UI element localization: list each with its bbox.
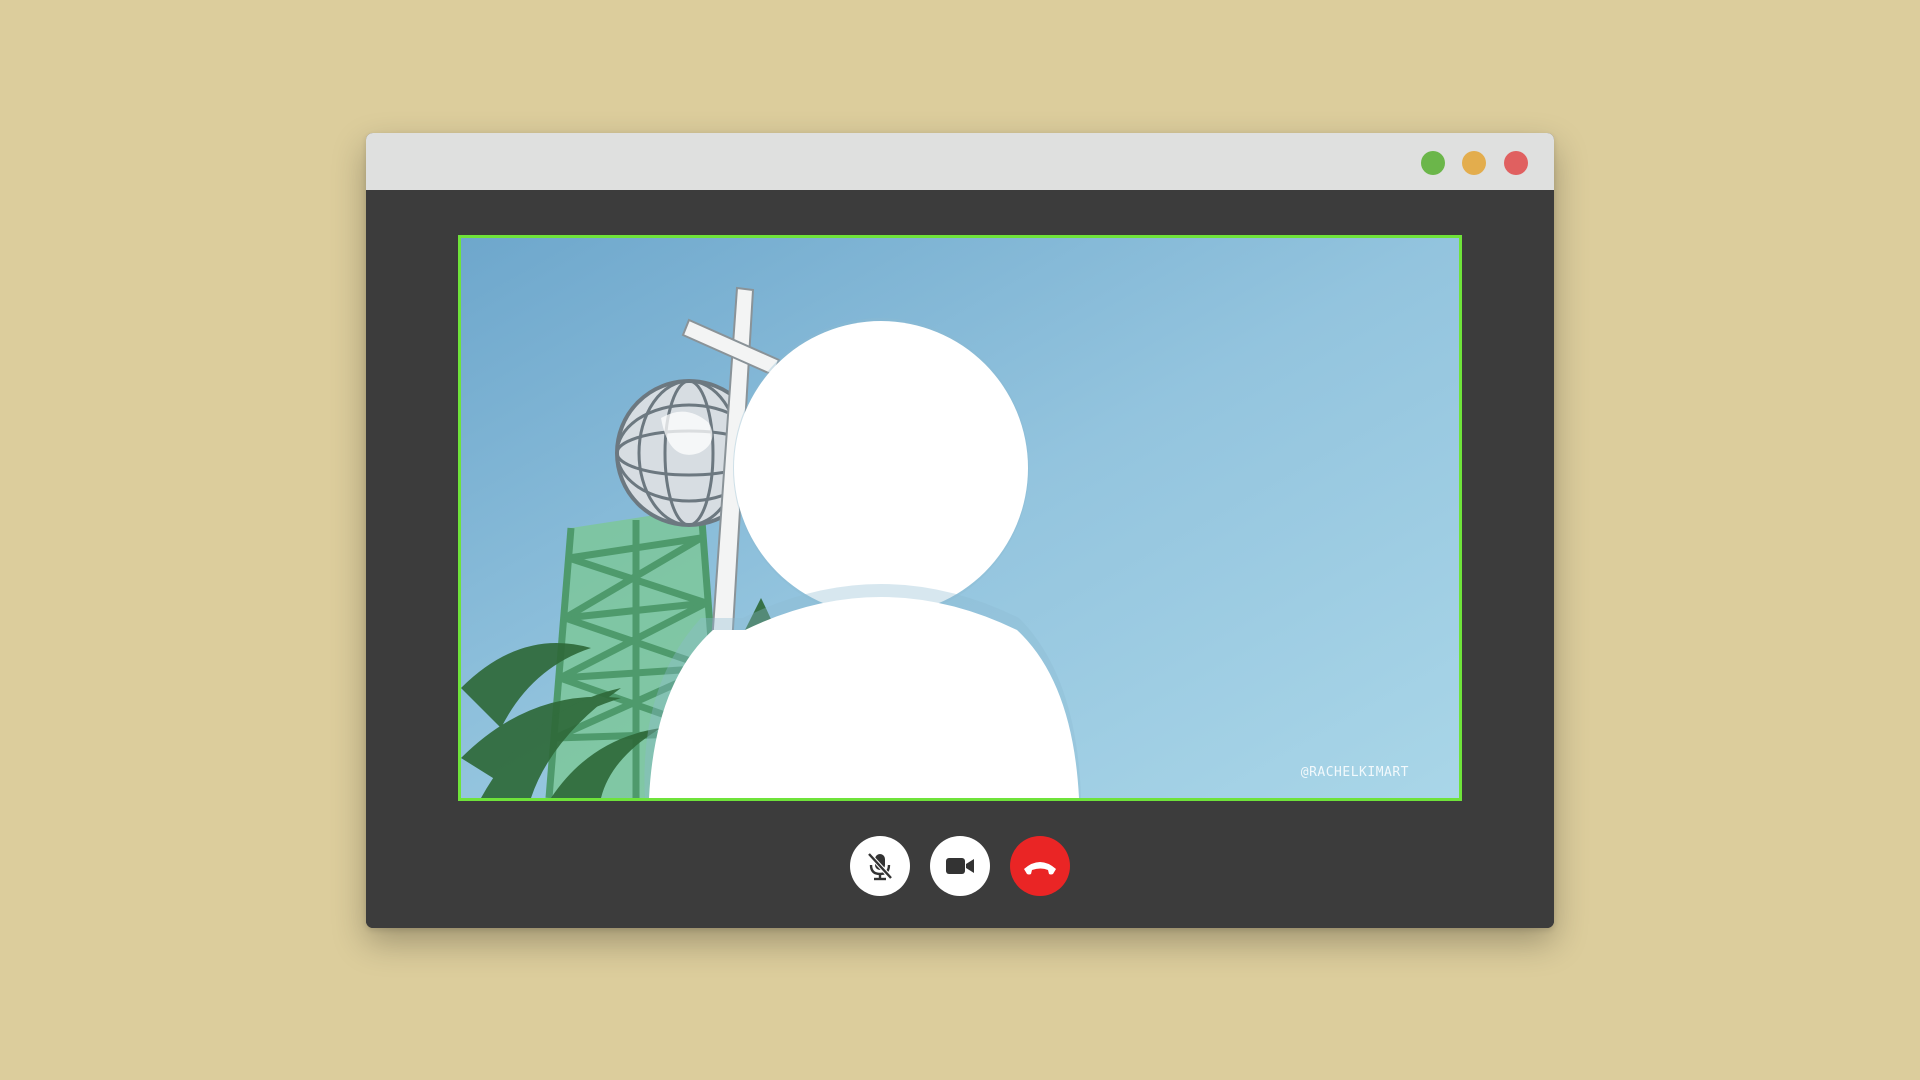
video-call-window: @RACHELKIMART xyxy=(366,133,1554,928)
maximize-button[interactable] xyxy=(1421,151,1445,175)
camera-button[interactable] xyxy=(930,836,990,896)
end-call-button[interactable] xyxy=(1010,836,1070,896)
video-background xyxy=(461,238,1459,798)
call-body: @RACHELKIMART xyxy=(366,190,1554,928)
watermark: @RACHELKIMART xyxy=(1300,765,1409,780)
minimize-button[interactable] xyxy=(1462,151,1486,175)
phone-hangup-icon xyxy=(1010,836,1070,896)
mic-off-icon xyxy=(867,852,893,881)
close-button[interactable] xyxy=(1504,151,1528,175)
mute-button[interactable] xyxy=(850,836,910,896)
video-feed: @RACHELKIMART xyxy=(458,235,1462,801)
video-camera-icon xyxy=(946,858,974,874)
call-controls xyxy=(366,836,1554,896)
title-bar xyxy=(366,133,1554,190)
